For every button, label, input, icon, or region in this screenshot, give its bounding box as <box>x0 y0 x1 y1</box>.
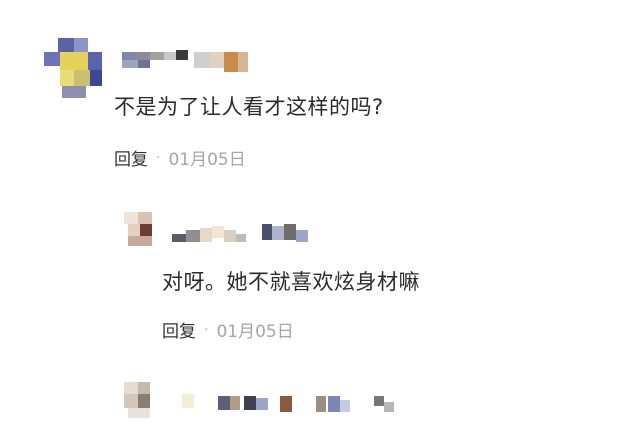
comment-date: 01月05日 <box>168 150 246 170</box>
username-blurred[interactable] <box>172 222 322 246</box>
comment-text: 不是为了让人看才这样的吗? <box>114 95 384 119</box>
reply-button[interactable]: 回复 <box>114 145 148 170</box>
separator-dot: · <box>204 321 209 338</box>
username-blurred[interactable] <box>122 50 252 74</box>
comment-text: 对呀。她不就喜欢炫身材嘛 <box>162 270 420 294</box>
comment-meta: 回复 · 01月05日 <box>162 317 294 343</box>
comment-date: 01月05日 <box>216 322 294 342</box>
avatar[interactable] <box>124 382 160 418</box>
reply-button[interactable]: 回复 <box>162 317 196 342</box>
avatar[interactable] <box>44 38 106 100</box>
comment-meta: 回复 · 01月05日 <box>114 145 246 171</box>
separator-dot: · <box>156 149 161 166</box>
avatar[interactable] <box>124 212 160 248</box>
username-blurred[interactable] <box>174 392 414 420</box>
